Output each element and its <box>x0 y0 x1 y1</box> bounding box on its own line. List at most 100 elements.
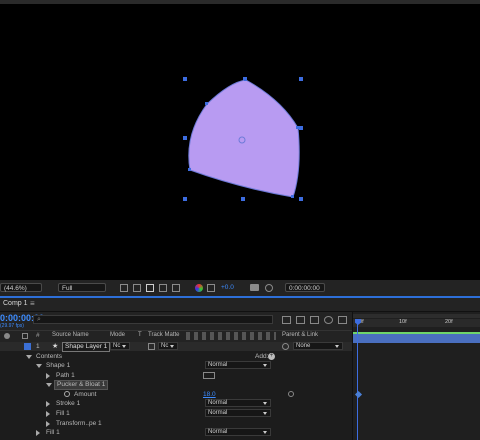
frame-blending-icon[interactable] <box>324 316 333 324</box>
amount-pickwhip-icon[interactable] <box>288 391 294 397</box>
video-eye-icon <box>4 333 10 339</box>
magnification-dropdown[interactable]: (44.6%) <box>0 283 42 292</box>
layer-row[interactable]: 1 ★ Shape Layer 1 Nc Nc None <box>0 342 352 352</box>
layer-number: 1 <box>36 343 40 350</box>
tab-comp-1[interactable]: Comp 1 <box>3 300 28 307</box>
fps-label: (29.97 fps) <box>0 323 24 329</box>
add-label[interactable]: Add: <box>255 352 268 361</box>
hamburger-icon[interactable]: ≡ <box>30 299 35 308</box>
draft-3d-icon[interactable] <box>296 316 305 324</box>
layer-label-color[interactable] <box>24 343 31 350</box>
twirl-right-icon[interactable] <box>46 401 50 407</box>
resolution-value: Full <box>62 285 73 292</box>
parent-pickwhip-icon[interactable] <box>282 343 289 350</box>
track-matte-pickwhip-icon[interactable] <box>148 343 155 350</box>
layer-mode-value: Nc <box>113 343 121 349</box>
amount-value[interactable]: 18.0 <box>203 390 216 399</box>
pucker-bloat-row[interactable]: Pucker & Bloat 1 <box>0 380 352 390</box>
search-input[interactable]: ⌕ <box>33 315 273 324</box>
number-column-icon: # <box>36 332 40 339</box>
shy-layers-icon[interactable] <box>310 316 319 324</box>
transparency-grid-icon[interactable] <box>133 284 141 292</box>
twirl-right-icon[interactable] <box>46 421 50 427</box>
camera-icon[interactable] <box>250 284 259 291</box>
stopwatch-icon[interactable] <box>64 391 70 397</box>
ruler-mark-2: 20f <box>445 319 453 325</box>
twirl-down-icon[interactable] <box>26 355 32 359</box>
transform-label: Transform..pe 1 <box>56 420 102 427</box>
bbox-handle <box>183 197 187 201</box>
parent-dropdown[interactable]: None <box>293 342 343 350</box>
col-track-matte[interactable]: Track Matte <box>148 332 179 338</box>
bbox-handle <box>299 77 303 81</box>
show-snapshot-icon[interactable] <box>265 284 273 292</box>
col-mode[interactable]: Mode <box>110 332 125 338</box>
twirl-right-icon[interactable] <box>36 430 40 436</box>
graph-editor-icon[interactable] <box>338 316 347 324</box>
fill-outer-blend-dropdown[interactable]: Normal <box>205 428 271 436</box>
current-time-box[interactable]: 0:00:00:00 <box>285 283 325 292</box>
region-of-interest-icon[interactable] <box>120 284 128 292</box>
work-area-bar[interactable] <box>353 314 480 318</box>
mask-visibility-icon[interactable] <box>146 284 154 292</box>
timeline-graph-pane[interactable]: 00f 10f 20f <box>352 312 480 440</box>
stroke1-row[interactable]: Stroke 1 Normal <box>0 399 352 408</box>
layer-duration-bar[interactable] <box>353 334 480 343</box>
time-ruler[interactable]: 00f 10f 20f <box>353 319 480 327</box>
bbox-handle <box>183 136 187 140</box>
label-tag-icon <box>22 333 28 339</box>
fill1-row[interactable]: Fill 1 Normal <box>0 409 352 418</box>
fill-blend-value: Normal <box>208 410 228 416</box>
grid-guides-icon[interactable] <box>159 284 167 292</box>
3d-view-icon[interactable] <box>172 284 180 292</box>
layer-mode-dropdown[interactable]: Nc <box>110 342 130 350</box>
path-direction-icon[interactable] <box>203 372 215 379</box>
fill1-outer-row[interactable]: Fill 1 Normal <box>0 428 352 437</box>
twirl-right-icon[interactable] <box>46 411 50 417</box>
fill-blend-dropdown[interactable]: Normal <box>205 409 271 417</box>
amount-label: Amount <box>74 391 97 398</box>
exposure-value[interactable]: +0.0 <box>221 283 234 293</box>
shape1-blend-dropdown[interactable]: Normal <box>205 361 271 369</box>
transform-row[interactable]: Transform..pe 1 <box>0 419 352 428</box>
shape1-row[interactable]: Shape 1 Normal <box>0 361 352 370</box>
color-management-icon[interactable] <box>207 284 215 292</box>
bbox-handle <box>299 197 303 201</box>
contents-label: Contents <box>36 353 63 360</box>
comp-tab-bar: Comp 1 ≡ <box>0 298 480 312</box>
layer-name-field[interactable]: Shape Layer 1 <box>62 342 111 352</box>
viewer-timecode: 0:00:00:00 <box>289 285 320 292</box>
vertex <box>188 168 191 171</box>
composition-stage[interactable] <box>0 0 480 280</box>
vertex <box>291 195 294 198</box>
color-channels-icon[interactable] <box>195 284 203 292</box>
composition-mini-flowchart-icon[interactable] <box>282 316 291 324</box>
search-icon: ⌕ <box>37 316 41 323</box>
bbox-handle <box>241 197 245 201</box>
ruler-mark-1: 10f <box>399 319 407 325</box>
fill1-label: Fill 1 <box>56 410 70 417</box>
twirl-down-icon[interactable] <box>46 383 52 387</box>
pucker-bloat-label[interactable]: Pucker & Bloat 1 <box>54 380 109 390</box>
vertex <box>296 126 299 129</box>
add-plus-icon[interactable]: + <box>268 353 275 360</box>
col-t[interactable]: T <box>138 332 142 338</box>
twirl-right-icon[interactable] <box>46 373 50 379</box>
zoom-value: (44.6%) <box>4 285 27 292</box>
col-source-name[interactable]: Source Name <box>52 332 89 338</box>
amount-row[interactable]: Amount 18.0 <box>0 390 352 399</box>
track-matte-value: Nc <box>161 343 169 349</box>
col-parent-link[interactable]: Parent & Link <box>282 332 318 338</box>
current-time-indicator[interactable] <box>357 319 358 440</box>
resolution-dropdown[interactable]: Full <box>58 283 106 292</box>
shape-canvas[interactable] <box>0 0 480 280</box>
shape1-blend-value: Normal <box>208 362 228 368</box>
fill1-outer-label: Fill 1 <box>46 429 60 436</box>
twirl-down-icon[interactable] <box>36 364 42 368</box>
track-matte-dropdown[interactable]: Nc <box>158 342 178 350</box>
path1-row[interactable]: Path 1 <box>0 371 352 380</box>
parent-value: None <box>296 343 311 349</box>
contents-row[interactable]: Contents Add: + <box>0 352 352 361</box>
purple-shape <box>188 79 300 198</box>
stroke-blend-dropdown[interactable]: Normal <box>205 399 271 407</box>
